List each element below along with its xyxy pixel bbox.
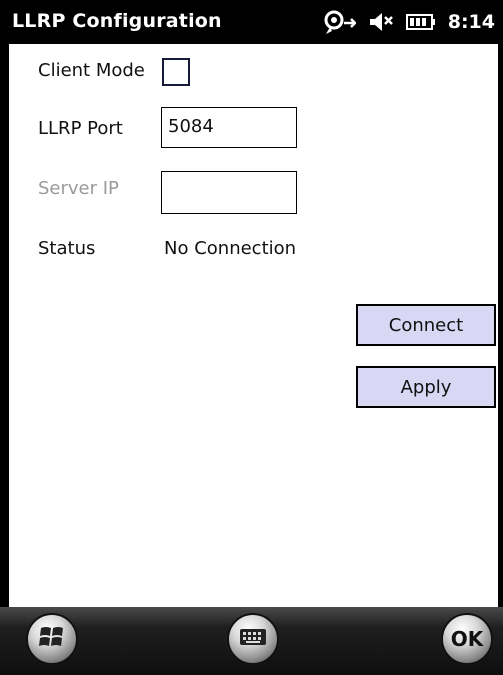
connection-status-value: No Connection: [164, 238, 297, 259]
windows-start-button[interactable]: [26, 613, 78, 665]
status-icons[interactable]: 8:14: [322, 8, 495, 36]
screen-right-border: [498, 0, 503, 675]
screen-left-border: [0, 0, 9, 675]
keyboard-icon: [239, 628, 267, 650]
windows-start-icon: [39, 625, 65, 653]
client-mode-label: Client Mode: [38, 60, 145, 81]
ok-label: OK: [450, 627, 484, 651]
device-screen: LLRP Configuration 8:14 Client Mode LLRP…: [0, 0, 503, 675]
clock-time: 8:14: [447, 11, 495, 33]
llrp-port-input[interactable]: 5084: [161, 107, 297, 148]
title-bar: LLRP Configuration 8:14: [0, 0, 503, 44]
battery-icon: [405, 13, 436, 31]
server-ip-input[interactable]: [161, 171, 297, 214]
keyboard-button[interactable]: [227, 613, 279, 665]
status-label: Status: [38, 238, 96, 259]
speaker-muted-icon: [368, 11, 394, 33]
app-title: LLRP Configuration: [12, 10, 222, 32]
ok-button[interactable]: OK: [441, 613, 493, 665]
apply-button[interactable]: Apply: [356, 366, 496, 408]
connectivity-icon: [322, 9, 356, 35]
llrp-port-label: LLRP Port: [38, 118, 123, 139]
server-ip-label: Server IP: [38, 178, 119, 199]
client-mode-checkbox[interactable]: [162, 58, 190, 86]
connect-button[interactable]: Connect: [356, 304, 496, 346]
